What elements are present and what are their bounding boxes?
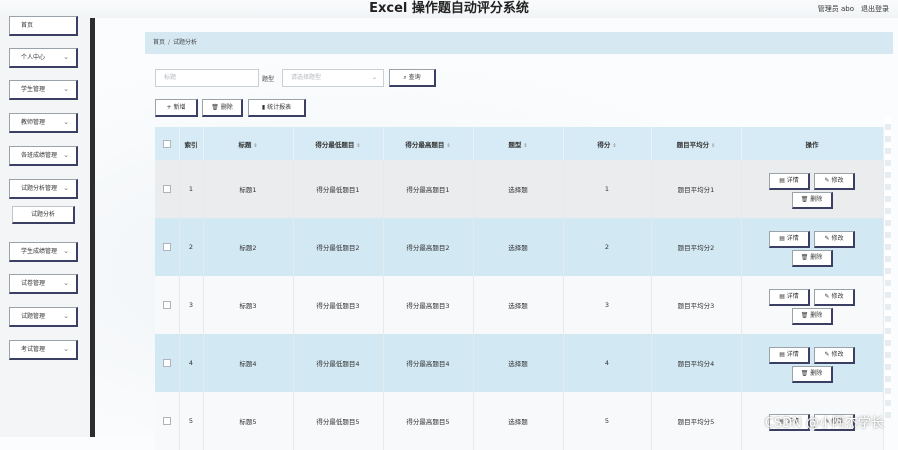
breadcrumb: 首页 / 试题分析 [145, 32, 893, 54]
edit-button[interactable]: ✎ 修改 [814, 288, 855, 306]
header-actions: 操作 [741, 127, 884, 160]
header-index: 索引 [179, 127, 204, 160]
row-delete-button[interactable]: 🗑 删除 [791, 307, 833, 325]
header-type[interactable]: 题型 ⇕ [473, 127, 564, 160]
sidebar-item-papers[interactable]: 试卷管理 ⌄ [9, 274, 78, 294]
row-checkbox[interactable] [162, 243, 171, 251]
breadcrumb-current: 试题分析 [173, 39, 198, 46]
table-scrollbar[interactable] [885, 118, 891, 418]
chevron-down-icon: ⌄ [63, 345, 69, 353]
sidebar-item-questions[interactable]: 试题管理 ⌄ [9, 307, 78, 327]
sort-icon: ⇕ [253, 142, 258, 149]
chevron-down-icon: ⌄ [63, 247, 69, 255]
stats-report-button[interactable]: ▮ 统计报表 [248, 99, 306, 117]
sort-icon: ⇕ [356, 142, 361, 149]
table-row: 3 标题3 得分最低题目3 得分最高题目3 选择题 3 题目平均分3 ▤ 详情 ✎… [155, 276, 884, 334]
row-checkbox[interactable] [162, 417, 171, 425]
top-bar: Excel 操作题自动评分系统 管理员 abo 退出登录 [0, 0, 898, 19]
header-title[interactable]: 标题 ⇕ [203, 127, 294, 160]
sort-icon: ⇕ [523, 142, 528, 149]
table-row: 4 标题4 得分最低题目4 得分最高题目4 选择题 4 题目平均分4 ▤ 详情 ✎… [155, 334, 884, 392]
sidebar-item-home[interactable]: 首页 [9, 16, 78, 36]
chevron-down-icon: ⌄ [63, 184, 69, 192]
delete-button[interactable]: 🗑 删除 [202, 99, 243, 117]
detail-button[interactable]: ▤ 详情 [769, 230, 810, 248]
header-average[interactable]: 题目平均分 ⇕ [651, 127, 742, 160]
row-checkbox[interactable] [162, 359, 171, 367]
sidebar-item-personal-center[interactable]: 个人中心 ⌄ [9, 48, 78, 68]
sidebar-item-student-scores[interactable]: 学生成绩管理 ⌄ [9, 242, 78, 262]
select-all-checkbox[interactable] [162, 139, 171, 148]
app-title: Excel 操作题自动评分系统 [369, 1, 529, 16]
query-button[interactable]: ⌕ 查询 [389, 69, 436, 87]
breadcrumb-separator: / [168, 39, 171, 46]
row-delete-button[interactable]: 🗑 删除 [791, 191, 833, 209]
edit-button[interactable]: ✎ 修改 [814, 346, 855, 364]
table-row: 2 标题2 得分最低题目2 得分最高题目2 选择题 2 题目平均分2 ▤ 详情 ✎… [155, 218, 884, 276]
header-highest[interactable]: 得分最高题目 ⇕ [383, 127, 474, 160]
chevron-down-icon: ⌄ [371, 74, 377, 81]
row-actions: ▤ 详情 ✎ 修改 🗑 删除 [741, 334, 884, 392]
add-button[interactable]: + 新增 [155, 99, 198, 117]
data-table: 索引 标题 ⇕ 得分最低题目 ⇕ 得分最高题目 ⇕ 题型 ⇕ 得分 ⇕ 题目平均分 ⇕ 操作… [155, 127, 884, 450]
breadcrumb-home[interactable]: 首页 [153, 39, 165, 46]
user-info: 管理员 abo [817, 5, 854, 13]
row-actions: ▤ 详情 ✎ 修改 🗑 删除 [741, 218, 884, 276]
sidebar-item-exams[interactable]: 考试管理 ⌄ [9, 340, 78, 360]
type-select[interactable]: 请选择题型 ⌄ [282, 69, 384, 87]
sort-icon: ⇕ [612, 142, 617, 149]
detail-button[interactable]: ▤ 详情 [769, 172, 810, 190]
row-delete-button[interactable]: 🗑 删除 [791, 365, 833, 383]
title-search-input[interactable]: 标题 [155, 69, 259, 87]
row-delete-button[interactable]: 🗑 删除 [791, 249, 833, 267]
row-checkbox[interactable] [162, 301, 171, 309]
detail-button[interactable]: ▤ 详情 [769, 346, 810, 364]
type-label: 题型 [262, 76, 275, 83]
sidebar-subitem-question-analysis[interactable]: 试题分析 [12, 206, 75, 224]
table-row: 1 标题1 得分最低题目1 得分最高题目1 选择题 1 题目平均分1 ▤ 详情 ✎… [155, 160, 884, 218]
sidebar-item-teachers[interactable]: 教师管理 ⌄ [9, 113, 78, 133]
chevron-down-icon: ⌄ [63, 279, 69, 287]
table-header-row: 索引 标题 ⇕ 得分最低题目 ⇕ 得分最高题目 ⇕ 题型 ⇕ 得分 ⇕ 题目平均分 ⇕ 操作 [155, 127, 884, 160]
row-checkbox[interactable] [162, 185, 171, 193]
sidebar-item-question-analysis[interactable]: 试题分析管理 ⌄ [9, 179, 78, 199]
header-score[interactable]: 得分 ⇕ [563, 127, 652, 160]
row-actions: ▤ 详情 ✎ 修改 🗑 删除 [741, 160, 884, 218]
chevron-down-icon: ⌄ [63, 85, 69, 93]
edit-button[interactable]: ✎ 修改 [814, 230, 855, 248]
logout-link[interactable]: 退出登录 [861, 4, 889, 14]
chevron-down-icon: ⌄ [63, 312, 69, 320]
watermark: CSDN @小阿杰学长 [764, 416, 884, 431]
edit-button[interactable]: ✎ 修改 [814, 172, 855, 190]
detail-button[interactable]: ▤ 详情 [769, 288, 810, 306]
header-lowest[interactable]: 得分最低题目 ⇕ [293, 127, 384, 160]
sidebar-item-students[interactable]: 学生管理 ⌄ [9, 80, 78, 100]
chevron-down-icon: ⌄ [63, 151, 69, 159]
row-actions: ▤ 详情 ✎ 修改 🗑 删除 [741, 276, 884, 334]
chevron-down-icon: ⌄ [63, 118, 69, 126]
sort-icon: ⇕ [711, 142, 716, 149]
sidebar-item-class-scores[interactable]: 各班成绩管理 ⌄ [9, 146, 78, 166]
sort-icon: ⇕ [446, 142, 451, 149]
chevron-down-icon: ⌄ [63, 53, 69, 61]
